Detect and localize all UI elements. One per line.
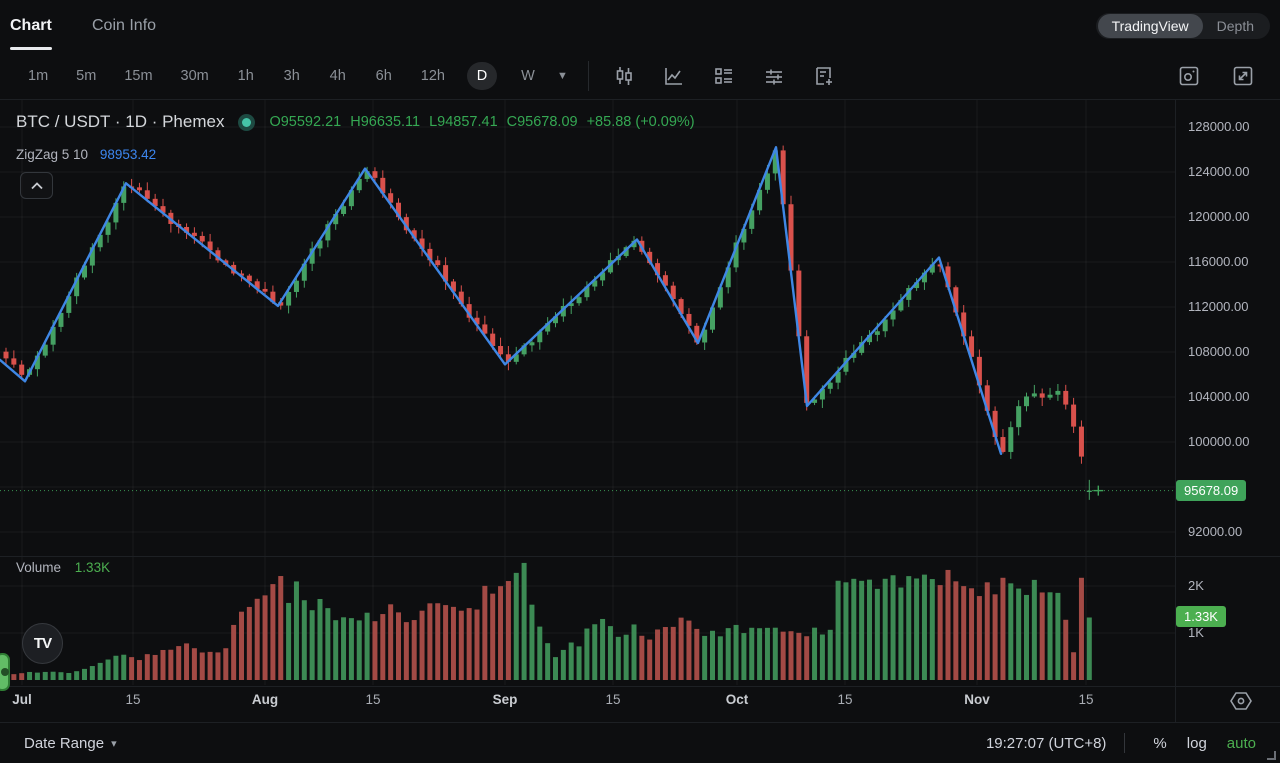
current-price-badge: 95678.09	[1176, 480, 1246, 501]
timeframe-button-1m[interactable]: 1m	[22, 62, 54, 90]
tradingview-logo[interactable]: TV	[22, 623, 63, 664]
depth-toggle-label: Depth	[1217, 18, 1254, 34]
snapshot-icon[interactable]	[1171, 60, 1207, 92]
ohlc-low: L94857.41	[429, 114, 498, 130]
trading-app-window: Chart Coin Info TradingView Depth 1m 5m 15…	[0, 0, 1280, 763]
chart-canvas[interactable]	[0, 100, 1280, 722]
timezone-settings-icon[interactable]	[1228, 689, 1254, 713]
indicator-value: 98953.42	[100, 147, 156, 162]
indicator-templates-icon[interactable]	[706, 60, 742, 92]
indicators-icon[interactable]	[656, 60, 692, 92]
timeframe-button-12h[interactable]: 12h	[415, 62, 451, 90]
tradingview-toggle-label: TradingView	[1112, 18, 1189, 34]
timeframe-button-30m[interactable]: 30m	[175, 62, 215, 90]
active-tab-underline	[10, 47, 52, 50]
volume-label: Volume	[16, 560, 61, 575]
timeframe-button-15m[interactable]: 15m	[118, 62, 158, 90]
volume-bars-layer	[4, 563, 1092, 680]
view-toggle-group: TradingView Depth	[1096, 13, 1270, 39]
time-tick-label-15: 15	[837, 692, 852, 707]
more-timeframes-caret-icon[interactable]: ▼	[557, 70, 568, 82]
top-tab-bar: Chart Coin Info TradingView Depth	[0, 0, 1280, 52]
timeframe-button-4h[interactable]: 4h	[323, 62, 353, 90]
candlestick-style-icon[interactable]	[606, 60, 642, 92]
symbol-legend-row: BTC / USDT · 1D · Phemex O95592.21 H9663…	[16, 112, 704, 132]
chart-settings-icon[interactable]	[756, 60, 792, 92]
price-tick-label: 128000.00	[1188, 119, 1249, 134]
timeframe-button-W[interactable]: W	[513, 62, 543, 90]
timeframe-button-D[interactable]: D	[467, 62, 497, 90]
toolbar-right-icons	[1162, 60, 1270, 92]
grid-lines	[0, 100, 1175, 685]
price-tick-label: 120000.00	[1188, 209, 1249, 224]
time-tick-label-nov: Nov	[964, 692, 990, 707]
indicator-legend-row[interactable]: ZigZag 5 10 98953.42	[16, 147, 156, 162]
price-tick-label: 108000.00	[1188, 344, 1249, 359]
time-tick-label-15: 15	[125, 692, 140, 707]
chevron-up-icon	[31, 182, 43, 190]
time-tick-label-15: 15	[605, 692, 620, 707]
zigzag-line	[0, 147, 1001, 454]
last-price-marker	[1093, 486, 1103, 496]
timeframe-button-1h[interactable]: 1h	[231, 62, 261, 90]
volume-legend-row[interactable]: Volume 1.33K	[16, 560, 110, 575]
percent-scale-button[interactable]: %	[1153, 735, 1166, 752]
tab-chart-label: Chart	[10, 17, 52, 35]
toolbar-divider	[588, 61, 589, 91]
price-tick-label: 92000.00	[1188, 524, 1242, 539]
volume-value: 1.33K	[75, 560, 110, 575]
timeframe-button-6h[interactable]: 6h	[369, 62, 399, 90]
ohlc-change: +85.88 (+0.09%)	[587, 114, 695, 130]
indicator-name: ZigZag 5 10	[16, 147, 88, 162]
current-volume-badge: 1.33K	[1176, 606, 1226, 627]
fullscreen-icon[interactable]	[1225, 60, 1261, 92]
clock-timezone-button[interactable]: 19:27:07 (UTC+8)	[986, 735, 1106, 752]
log-scale-button[interactable]: log	[1187, 735, 1207, 752]
candles-layer	[4, 146, 1092, 500]
time-tick-label-15: 15	[365, 692, 380, 707]
tab-coin-info-label: Coin Info	[92, 17, 156, 35]
time-tick-label-oct: Oct	[726, 692, 749, 707]
price-tick-label: 104000.00	[1188, 389, 1249, 404]
collapse-legend-button[interactable]	[20, 172, 53, 199]
volume-tick-label: 1K	[1188, 625, 1204, 640]
auto-scale-button[interactable]: auto	[1227, 735, 1256, 752]
chart-toolbar: 1m 5m 15m 30m 1h 3h 4h 6h 12h DW ▼	[0, 52, 1280, 100]
chevron-down-icon: ▾	[111, 737, 117, 750]
pane-divider[interactable]	[0, 556, 1280, 557]
note-add-icon[interactable]	[806, 60, 842, 92]
ohlc-high: H96635.11	[350, 114, 420, 130]
tab-chart[interactable]: Chart	[10, 0, 52, 52]
symbol-title[interactable]: BTC / USDT · 1D · Phemex	[16, 112, 224, 132]
tab-coin-info[interactable]: Coin Info	[92, 0, 156, 52]
side-widget-handle[interactable]	[0, 653, 10, 691]
bottom-bar-divider	[1124, 733, 1125, 753]
price-tick-label: 124000.00	[1188, 164, 1249, 179]
timeframe-button-3h[interactable]: 3h	[277, 62, 307, 90]
time-tick-label-aug: Aug	[252, 692, 278, 707]
bottom-bar-right-group: 19:27:07 (UTC+8) % log auto	[986, 733, 1266, 753]
ohlc-open: O95592.21	[269, 114, 341, 130]
bottom-status-bar: Date Range ▾ 19:27:07 (UTC+8) % log auto	[0, 722, 1280, 763]
date-range-button[interactable]: Date Range ▾	[24, 735, 117, 752]
price-axis-border	[1175, 100, 1176, 722]
price-tick-label: 116000.00	[1188, 254, 1249, 269]
date-range-label: Date Range	[24, 735, 104, 752]
resize-corner-icon[interactable]	[1267, 751, 1276, 760]
time-axis-border	[0, 686, 1280, 687]
time-tick-label-jul: Jul	[12, 692, 32, 707]
market-status-dot-icon	[238, 114, 255, 131]
price-tick-label: 100000.00	[1188, 434, 1249, 449]
ohlc-close: C95678.09	[507, 114, 578, 130]
depth-toggle-button[interactable]: Depth	[1203, 14, 1268, 38]
timeframe-button-5m[interactable]: 5m	[70, 62, 102, 90]
price-tick-label: 112000.00	[1188, 299, 1249, 314]
tradingview-toggle-button[interactable]: TradingView	[1098, 14, 1203, 38]
time-tick-label-15: 15	[1078, 692, 1093, 707]
timeframe-row: 1m 5m 15m 30m 1h 3h 4h 6h 12h DW	[14, 62, 551, 90]
volume-tick-label: 2K	[1188, 578, 1204, 593]
time-tick-label-sep: Sep	[493, 692, 518, 707]
